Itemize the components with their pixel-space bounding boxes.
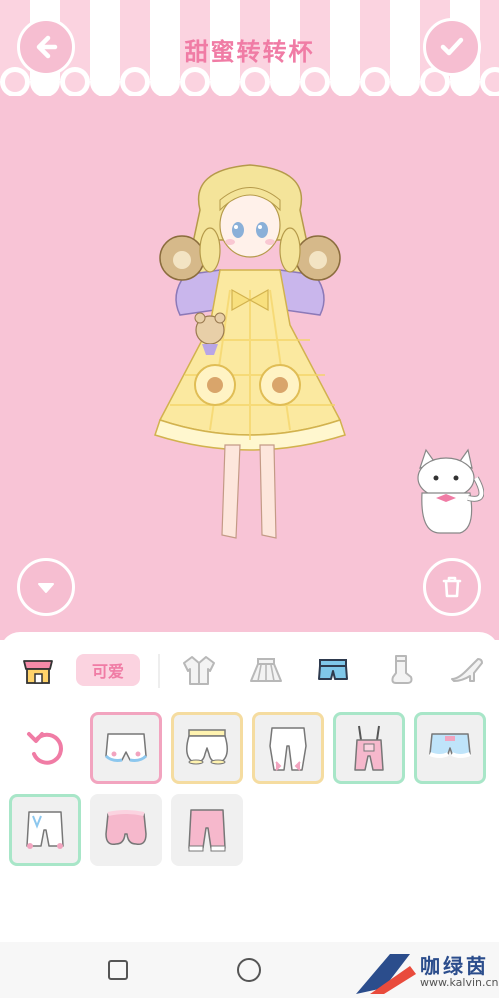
cat-pet xyxy=(417,448,484,534)
pink-bloomers-lace-item xyxy=(188,809,226,852)
home-button[interactable] xyxy=(237,958,261,982)
bloomers-pink-bows-item xyxy=(269,727,307,771)
pants-icon xyxy=(318,659,348,680)
style-tag-cute[interactable]: 可爱 xyxy=(76,654,140,686)
category-bar: 可爱 xyxy=(0,632,499,704)
system-nav-bar: 咖绿茵 www.kalvin.cn xyxy=(0,942,499,998)
divider xyxy=(158,654,160,688)
tab-skirt[interactable] xyxy=(246,650,286,690)
reset-button[interactable] xyxy=(22,724,70,772)
bloomers-blue-trim-item xyxy=(104,733,148,762)
tab-pants[interactable] xyxy=(313,650,353,690)
tab-shoes[interactable] xyxy=(447,650,487,690)
dressing-stage: 甜蜜转转杯 xyxy=(0,0,499,640)
socks-icon xyxy=(391,655,413,684)
checkmark-icon xyxy=(440,37,464,56)
tab-socks[interactable] xyxy=(380,650,420,690)
item-card[interactable] xyxy=(171,712,243,784)
shop-icon xyxy=(23,660,53,684)
item-card[interactable] xyxy=(90,794,162,866)
tab-jacket[interactable] xyxy=(179,650,219,690)
undo-icon xyxy=(27,732,63,765)
blue-frill-shorts-item xyxy=(429,733,471,758)
pink-pumpkin-shorts-item xyxy=(105,810,147,846)
pumpkin-shorts-yellow-item xyxy=(186,729,228,765)
item-card[interactable] xyxy=(9,794,81,866)
item-card[interactable] xyxy=(90,712,162,784)
item-card[interactable] xyxy=(171,794,243,866)
trash-icon xyxy=(442,576,462,598)
collapse-button[interactable] xyxy=(17,558,75,616)
trash-button[interactable] xyxy=(423,558,481,616)
shop-tab[interactable] xyxy=(18,650,58,690)
doll-character xyxy=(154,164,346,539)
jacket-icon xyxy=(183,656,215,685)
shoes-icon xyxy=(451,658,483,682)
skirt-icon xyxy=(250,658,282,682)
recent-apps-button[interactable] xyxy=(108,960,128,980)
item-card[interactable] xyxy=(333,712,405,784)
item-card[interactable] xyxy=(252,712,324,784)
pink-overalls-item xyxy=(354,725,384,771)
white-shorts-blue-bows-item xyxy=(26,811,64,849)
confirm-button[interactable] xyxy=(423,18,481,76)
watermark-url: www.kalvin.cn xyxy=(420,976,499,989)
triangle-down-icon xyxy=(38,583,54,593)
item-card[interactable] xyxy=(414,712,486,784)
wardrobe-panel: 可爱 xyxy=(0,632,499,942)
watermark-text: 咖绿茵 xyxy=(420,954,489,978)
